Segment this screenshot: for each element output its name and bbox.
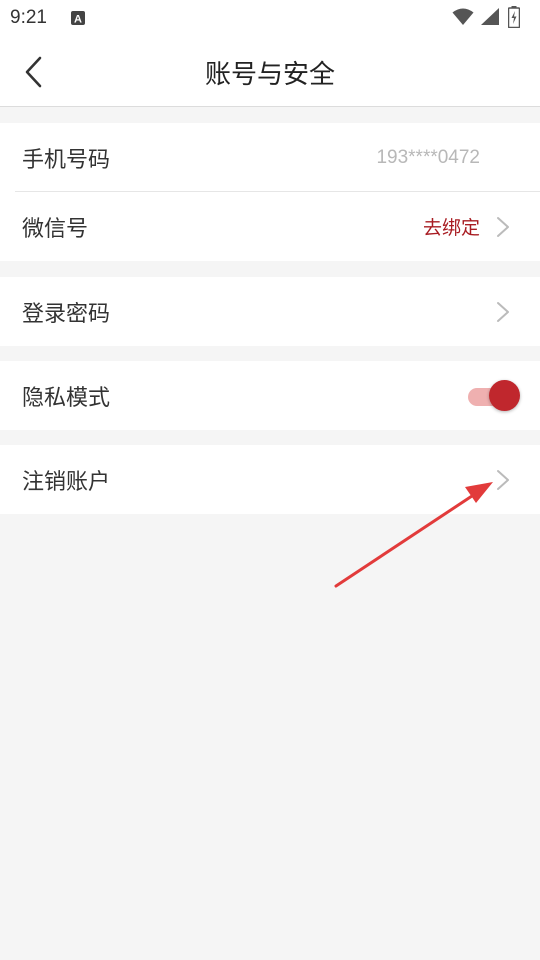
wechat-bind-link[interactable]: 去绑定 (423, 213, 480, 240)
chevron-right-icon (497, 216, 509, 237)
chevron-right-icon (497, 301, 509, 322)
wifi-icon (452, 8, 474, 25)
signal-icon (481, 8, 499, 25)
deactivate-account-label: 注销账户 (22, 469, 111, 495)
page-title: 账号与安全 (204, 60, 335, 90)
app-bar: 账号与安全 (0, 36, 540, 107)
phone-number-row[interactable]: 手机号码 193****0472 (0, 123, 540, 192)
wechat-label: 微信号 (22, 216, 89, 242)
toggle-thumb (489, 379, 520, 411)
chevron-right-icon (497, 469, 509, 490)
privacy-mode-label: 隐私模式 (22, 385, 111, 411)
privacy-group: 隐私模式 (0, 361, 540, 430)
phone-number-label: 手机号码 (22, 147, 111, 173)
deactivate-group: 注销账户 (0, 445, 540, 514)
phone-number-value: 193****0472 (376, 146, 480, 168)
svg-text:A: A (74, 14, 82, 26)
status-bar: 9:21 A (0, 0, 540, 36)
login-password-label: 登录密码 (22, 301, 111, 327)
deactivate-account-row[interactable]: 注销账户 (0, 445, 540, 514)
status-icons (452, 6, 532, 30)
status-time: 9:21 (10, 7, 47, 28)
password-group: 登录密码 (0, 277, 540, 346)
notification-a-icon: A (71, 11, 85, 26)
login-password-row[interactable]: 登录密码 (0, 277, 540, 346)
privacy-mode-toggle[interactable] (468, 379, 520, 413)
battery-charging-icon (508, 6, 520, 28)
wechat-row[interactable]: 微信号 去绑定 (0, 192, 540, 261)
account-binding-group: 手机号码 193****0472 微信号 去绑定 (0, 123, 540, 261)
privacy-mode-row: 隐私模式 (0, 361, 540, 430)
